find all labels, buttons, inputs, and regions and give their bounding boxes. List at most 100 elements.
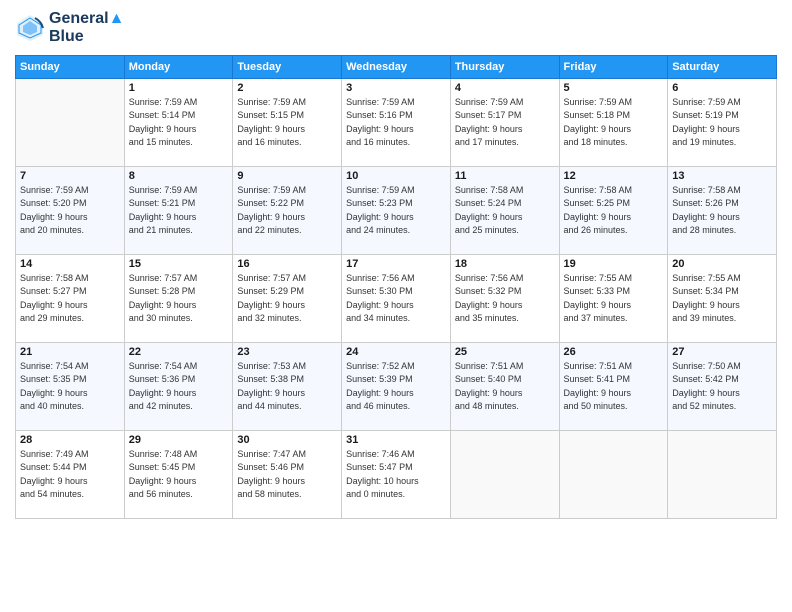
calendar-cell: 9Sunrise: 7:59 AMSunset: 5:22 PMDaylight… [233,166,342,254]
header: General▲ Blue [15,10,777,47]
calendar-cell: 4 Sunrise: 7:59 AMSunset: 5:17 PMDaylight… [450,78,559,166]
weekday-header-row: SundayMondayTuesdayWednesdayThursdayFrid… [16,55,777,78]
day-info: Sunrise: 7:58 AMSunset: 5:24 PMDaylight:… [455,184,555,238]
day-number: 24 [346,346,446,358]
week-row-1: 1 Sunrise: 7:59 AMSunset: 5:14 PMDaylight… [16,78,777,166]
day-info: Sunrise: 7:52 AMSunset: 5:39 PMDaylight:… [346,360,446,414]
calendar-cell: 22 Sunrise: 7:54 AMSunset: 5:36 PMDayligh… [124,342,233,430]
day-number: 21 [20,346,120,358]
day-number: 30 [237,434,337,446]
calendar-cell: 17 Sunrise: 7:56 AMSunset: 5:30 PMDayligh… [342,254,451,342]
day-number: 26 [564,346,664,358]
logo-text: General▲ Blue [49,10,124,47]
calendar-cell: 5 Sunrise: 7:59 AMSunset: 5:18 PMDaylight… [559,78,668,166]
day-info: Sunrise: 7:59 AMSunset: 5:14 PMDaylight:… [129,96,229,150]
day-info: Sunrise: 7:55 AMSunset: 5:34 PMDaylight:… [672,272,772,326]
day-number: 23 [237,346,337,358]
calendar-cell: 1 Sunrise: 7:59 AMSunset: 5:14 PMDaylight… [124,78,233,166]
day-info: Sunrise: 7:51 AMSunset: 5:41 PMDaylight:… [564,360,664,414]
day-info: Sunrise: 7:59 AMSunset: 5:23 PMDaylight:… [346,184,446,238]
calendar-cell: 29 Sunrise: 7:48 AMSunset: 5:45 PMDayligh… [124,430,233,518]
day-info: Sunrise: 7:59 AMSunset: 5:20 PMDaylight:… [20,184,120,238]
calendar-cell: 16 Sunrise: 7:57 AMSunset: 5:29 PMDayligh… [233,254,342,342]
day-number: 12 [564,170,664,182]
calendar-cell [668,430,777,518]
logo-icon [15,13,45,43]
day-info: Sunrise: 7:48 AMSunset: 5:45 PMDaylight:… [129,448,229,502]
calendar-cell: 24 Sunrise: 7:52 AMSunset: 5:39 PMDayligh… [342,342,451,430]
weekday-monday: Monday [124,55,233,78]
calendar-cell: 21Sunrise: 7:54 AMSunset: 5:35 PMDayligh… [16,342,125,430]
day-info: Sunrise: 7:57 AMSunset: 5:28 PMDaylight:… [129,272,229,326]
calendar-cell [16,78,125,166]
day-number: 1 [129,82,229,94]
day-number: 9 [237,170,337,182]
day-number: 17 [346,258,446,270]
day-number: 29 [129,434,229,446]
day-info: Sunrise: 7:56 AMSunset: 5:30 PMDaylight:… [346,272,446,326]
day-info: Sunrise: 7:59 AMSunset: 5:21 PMDaylight:… [129,184,229,238]
calendar-page: General▲ Blue SundayMondayTuesdayWednesd… [0,0,792,612]
weekday-saturday: Saturday [668,55,777,78]
weekday-wednesday: Wednesday [342,55,451,78]
calendar-cell: 20 Sunrise: 7:55 AMSunset: 5:34 PMDayligh… [668,254,777,342]
weekday-thursday: Thursday [450,55,559,78]
calendar-cell: 12 Sunrise: 7:58 AMSunset: 5:25 PMDayligh… [559,166,668,254]
day-info: Sunrise: 7:59 AMSunset: 5:15 PMDaylight:… [237,96,337,150]
day-info: Sunrise: 7:57 AMSunset: 5:29 PMDaylight:… [237,272,337,326]
calendar-cell: 7 Sunrise: 7:59 AMSunset: 5:20 PMDaylight… [16,166,125,254]
calendar-cell: 30 Sunrise: 7:47 AMSunset: 5:46 PMDayligh… [233,430,342,518]
week-row-3: 14Sunrise: 7:58 AMSunset: 5:27 PMDayligh… [16,254,777,342]
calendar-cell [450,430,559,518]
day-number: 14 [20,258,120,270]
week-row-4: 21Sunrise: 7:54 AMSunset: 5:35 PMDayligh… [16,342,777,430]
day-number: 6 [672,82,772,94]
day-info: Sunrise: 7:58 AMSunset: 5:25 PMDaylight:… [564,184,664,238]
calendar-cell: 11 Sunrise: 7:58 AMSunset: 5:24 PMDayligh… [450,166,559,254]
calendar-cell: 26 Sunrise: 7:51 AMSunset: 5:41 PMDayligh… [559,342,668,430]
calendar-cell: 31Sunrise: 7:46 AMSunset: 5:47 PMDayligh… [342,430,451,518]
weekday-tuesday: Tuesday [233,55,342,78]
day-number: 7 [20,170,120,182]
calendar-cell: 25Sunrise: 7:51 AMSunset: 5:40 PMDayligh… [450,342,559,430]
day-info: Sunrise: 7:59 AMSunset: 5:17 PMDaylight:… [455,96,555,150]
day-number: 18 [455,258,555,270]
day-info: Sunrise: 7:47 AMSunset: 5:46 PMDaylight:… [237,448,337,502]
day-number: 28 [20,434,120,446]
calendar-cell [559,430,668,518]
day-info: Sunrise: 7:59 AMSunset: 5:19 PMDaylight:… [672,96,772,150]
day-number: 22 [129,346,229,358]
calendar-cell: 27 Sunrise: 7:50 AMSunset: 5:42 PMDayligh… [668,342,777,430]
day-number: 27 [672,346,772,358]
calendar-cell: 3 Sunrise: 7:59 AMSunset: 5:16 PMDaylight… [342,78,451,166]
day-info: Sunrise: 7:54 AMSunset: 5:36 PMDaylight:… [129,360,229,414]
day-number: 16 [237,258,337,270]
calendar-cell: 14Sunrise: 7:58 AMSunset: 5:27 PMDayligh… [16,254,125,342]
day-number: 19 [564,258,664,270]
calendar-cell: 15Sunrise: 7:57 AMSunset: 5:28 PMDayligh… [124,254,233,342]
week-row-2: 7 Sunrise: 7:59 AMSunset: 5:20 PMDaylight… [16,166,777,254]
day-info: Sunrise: 7:50 AMSunset: 5:42 PMDaylight:… [672,360,772,414]
week-row-5: 28Sunrise: 7:49 AMSunset: 5:44 PMDayligh… [16,430,777,518]
day-info: Sunrise: 7:58 AMSunset: 5:26 PMDaylight:… [672,184,772,238]
day-info: Sunrise: 7:59 AMSunset: 5:16 PMDaylight:… [346,96,446,150]
day-info: Sunrise: 7:56 AMSunset: 5:32 PMDaylight:… [455,272,555,326]
weekday-friday: Friday [559,55,668,78]
calendar-cell: 13 Sunrise: 7:58 AMSunset: 5:26 PMDayligh… [668,166,777,254]
day-number: 10 [346,170,446,182]
day-number: 11 [455,170,555,182]
day-number: 20 [672,258,772,270]
day-number: 4 [455,82,555,94]
calendar-cell: 19Sunrise: 7:55 AMSunset: 5:33 PMDayligh… [559,254,668,342]
day-number: 2 [237,82,337,94]
calendar-table: SundayMondayTuesdayWednesdayThursdayFrid… [15,55,777,519]
day-number: 25 [455,346,555,358]
calendar-cell: 28Sunrise: 7:49 AMSunset: 5:44 PMDayligh… [16,430,125,518]
logo: General▲ Blue [15,10,124,47]
day-info: Sunrise: 7:59 AMSunset: 5:18 PMDaylight:… [564,96,664,150]
calendar-cell: 18 Sunrise: 7:56 AMSunset: 5:32 PMDayligh… [450,254,559,342]
calendar-cell: 2 Sunrise: 7:59 AMSunset: 5:15 PMDaylight… [233,78,342,166]
day-number: 3 [346,82,446,94]
day-number: 13 [672,170,772,182]
day-number: 5 [564,82,664,94]
